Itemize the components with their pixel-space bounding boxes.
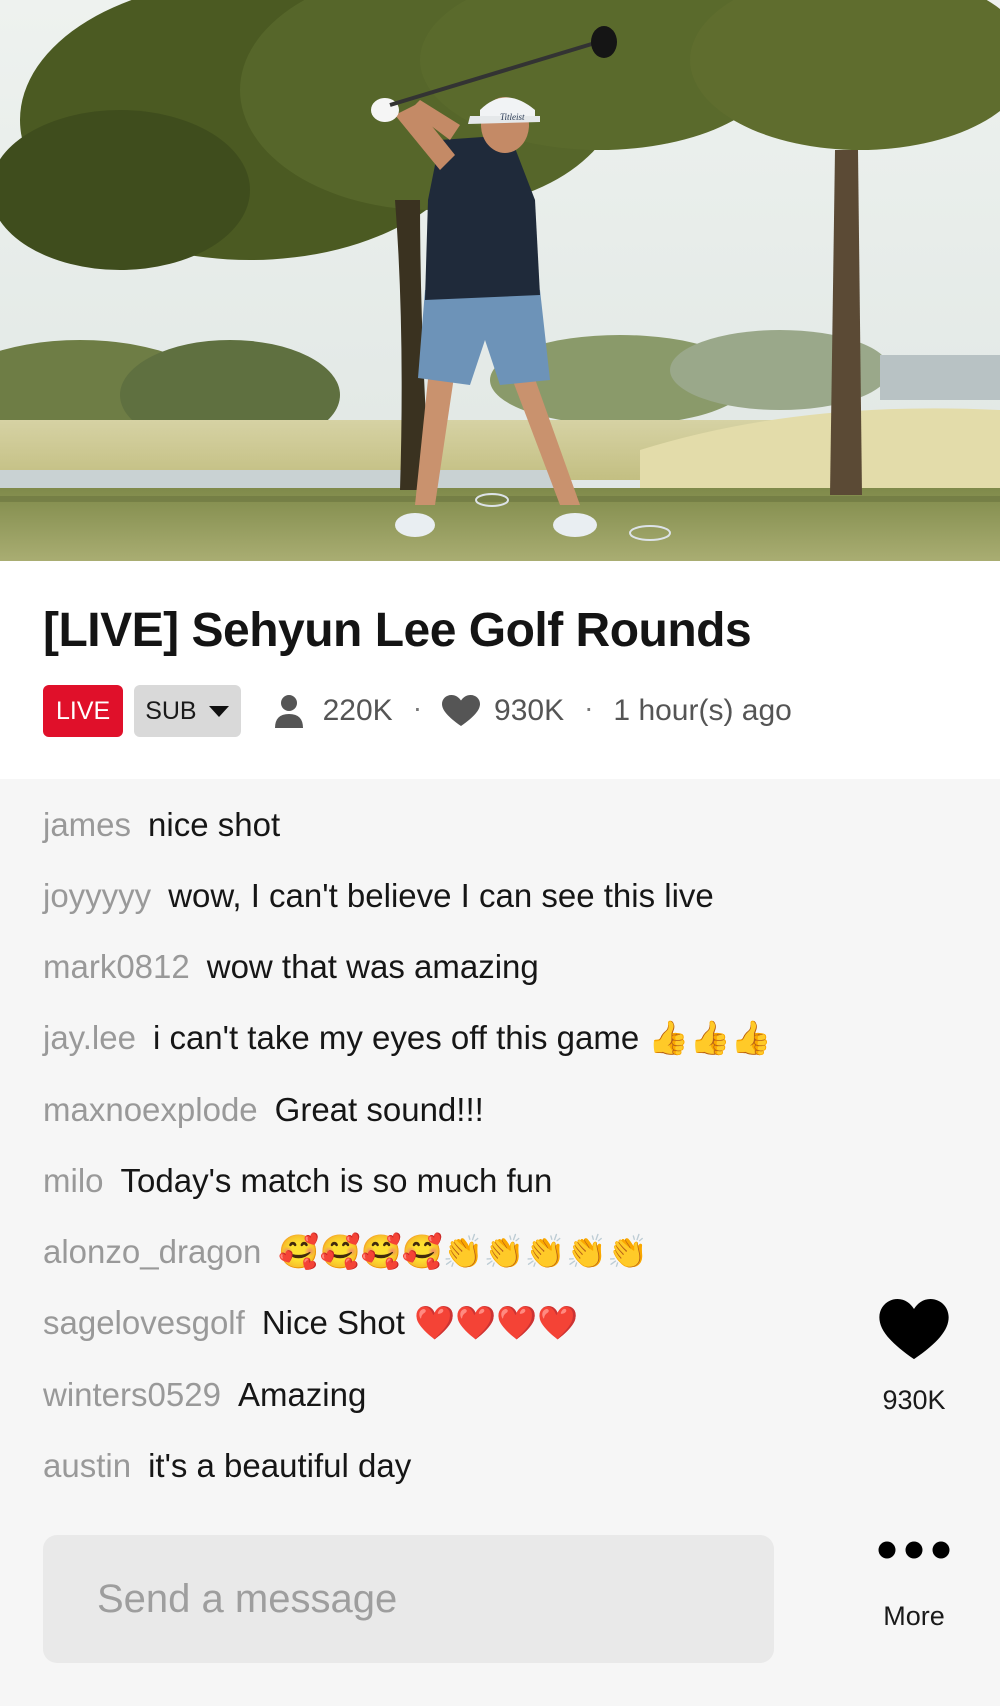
viewer-count-value: 220K: [322, 694, 393, 727]
cap-logo-text: Titleist: [500, 112, 525, 122]
chat-username[interactable]: james: [43, 806, 131, 844]
stream-video[interactable]: Titleist: [0, 0, 1000, 561]
chat-message: jay.lee i can't take my eyes off this ga…: [43, 1012, 772, 1064]
chat-text: nice shot: [148, 806, 281, 843]
chat-message: maxnoexplode Great sound!!!: [43, 1084, 484, 1136]
stream-info: [LIVE] Sehyun Lee Golf Rounds LIVE SUB 2…: [0, 561, 1000, 779]
live-chat: james nice shot joyyyyy wow, I can't bel…: [0, 779, 1000, 1706]
chat-message: austin it's a beautiful day: [43, 1440, 411, 1492]
like-count: 930K: [442, 694, 564, 728]
message-input[interactable]: [97, 1576, 697, 1622]
message-input-box[interactable]: [43, 1535, 774, 1663]
chat-message: milo Today's match is so much fun: [43, 1155, 552, 1207]
chat-message: winters0529 Amazing: [43, 1369, 366, 1421]
chat-text: 🥰🥰🥰🥰👏👏👏👏👏: [278, 1232, 649, 1270]
chat-username[interactable]: sagelovesgolf: [43, 1304, 245, 1342]
chat-text: it's a beautiful day: [148, 1447, 412, 1484]
chat-text: Amazing: [237, 1376, 367, 1413]
heart-icon: [442, 695, 481, 726]
chat-username[interactable]: milo: [43, 1162, 104, 1200]
stream-title: [LIVE] Sehyun Lee Golf Rounds: [43, 604, 752, 657]
more-button[interactable]: More: [854, 1541, 974, 1632]
chat-text: Nice Shot ❤️❤️❤️❤️: [261, 1303, 579, 1341]
chat-text: Great sound!!!: [274, 1091, 484, 1128]
chat-message: alonzo_dragon 🥰🥰🥰🥰👏👏👏👏👏: [43, 1226, 648, 1278]
caret-down-icon: [208, 705, 229, 717]
separator-dot: ·: [584, 692, 594, 723]
chat-message: james nice shot: [43, 799, 280, 851]
golfer-video-frame: Titleist: [0, 0, 1000, 561]
chat-username[interactable]: winters0529: [43, 1376, 221, 1414]
viewer-count: 220K: [274, 694, 393, 728]
person-icon: [274, 695, 303, 728]
chat-username[interactable]: alonzo_dragon: [43, 1233, 261, 1271]
like-button-count: 930K: [882, 1385, 946, 1415]
chat-text: Today's match is so much fun: [120, 1162, 553, 1199]
chat-text: wow that was amazing: [206, 948, 539, 985]
stream-meta: LIVE SUB 220K · 930K · 1 hour(s) ago: [43, 685, 792, 737]
chat-message: sagelovesgolf Nice Shot ❤️❤️❤️❤️: [43, 1297, 578, 1349]
chat-username[interactable]: maxnoexplode: [43, 1091, 258, 1129]
chat-username[interactable]: jay.lee: [43, 1019, 136, 1057]
chat-username[interactable]: austin: [43, 1447, 131, 1485]
more-dots-icon: [878, 1541, 950, 1559]
chat-message: joyyyyy wow, I can't believe I can see t…: [43, 870, 714, 922]
heart-icon: [879, 1299, 949, 1360]
separator-dot: ·: [412, 692, 423, 723]
subtitle-dropdown[interactable]: SUB: [134, 685, 241, 737]
chat-message: mark0812 wow that was amazing: [43, 941, 539, 993]
more-button-label: More: [883, 1601, 945, 1631]
like-count-value: 930K: [494, 694, 565, 727]
subtitle-dropdown-label: SUB: [145, 696, 197, 725]
live-badge: LIVE: [43, 685, 124, 737]
chat-text: i can't take my eyes off this game 👍👍👍: [152, 1018, 772, 1056]
chat-text: wow, I can't believe I can see this live: [168, 877, 714, 914]
like-button[interactable]: 930K: [854, 1299, 974, 1416]
chat-username[interactable]: joyyyyy: [43, 877, 151, 915]
posted-time: 1 hour(s) ago: [613, 694, 792, 727]
chat-username[interactable]: mark0812: [43, 948, 190, 986]
